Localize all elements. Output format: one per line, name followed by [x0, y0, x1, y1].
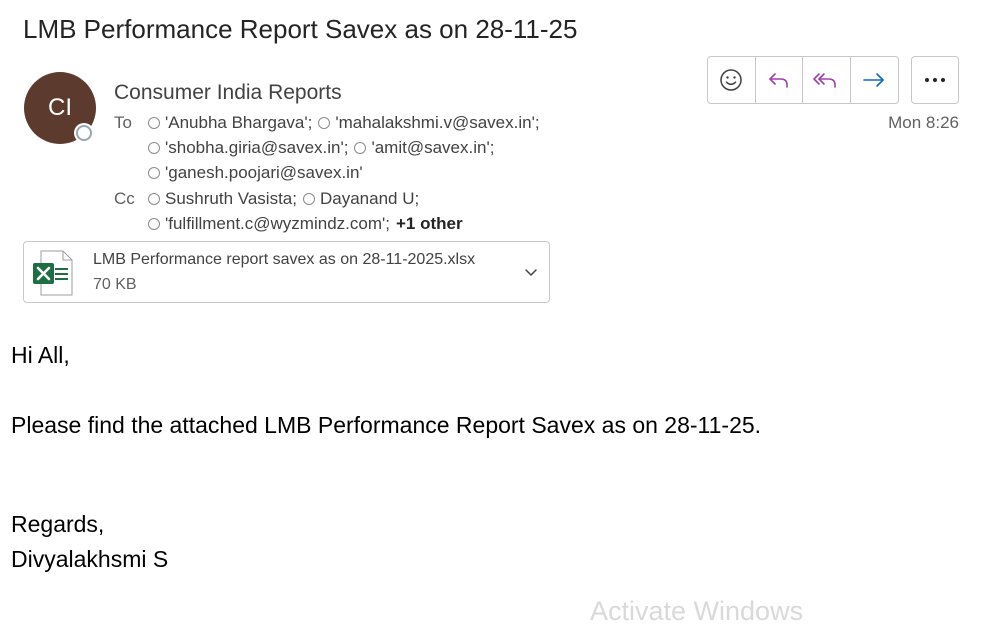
recipient-status-icon	[302, 193, 315, 205]
sender-name[interactable]: Consumer India Reports	[114, 81, 342, 105]
body-signature: Divyalakhsmi S	[11, 546, 169, 572]
activate-windows-watermark: Activate Windows	[590, 596, 804, 626]
cc-recipients-line-1: Sushruth Vasista; Dayanand U;	[148, 189, 419, 209]
recipient-amit[interactable]: 'amit@savex.in';	[371, 138, 494, 158]
emoji-reaction-button[interactable]	[708, 57, 756, 103]
sender-initials: CI	[48, 94, 72, 121]
forward-button[interactable]	[851, 57, 898, 103]
recipient-anubha[interactable]: 'Anubha Bhargava';	[165, 113, 312, 133]
attachment-size: 70 KB	[93, 276, 137, 293]
recipient-sushruth[interactable]: Sushruth Vasista;	[165, 189, 297, 209]
body-paragraph: Please find the attached LMB Performance…	[11, 412, 762, 438]
recipient-shobha[interactable]: 'shobha.giria@savex.in';	[165, 138, 348, 158]
recipient-status-icon	[148, 193, 160, 205]
excel-file-icon	[33, 250, 73, 296]
recipient-dayanand[interactable]: Dayanand U;	[320, 189, 419, 209]
reply-button[interactable]	[756, 57, 803, 103]
reply-icon	[768, 73, 788, 88]
message-subject: LMB Performance Report Savex as on 28-11…	[23, 14, 578, 44]
to-recipients-line-2: 'shobha.giria@savex.in'; 'amit@savex.in'…	[148, 138, 494, 158]
to-label: To	[114, 113, 132, 132]
chevron-down-icon	[525, 269, 537, 276]
recipient-status-icon	[318, 117, 331, 129]
body-greeting: Hi All,	[11, 342, 70, 368]
recipient-status-icon	[148, 218, 160, 230]
cc-recipients-line-2: 'fulfillment.c@wyzmindz.com'; +1 other	[148, 214, 463, 234]
recipient-fulfillment[interactable]: 'fulfillment.c@wyzmindz.com';	[165, 214, 390, 234]
recipient-status-icon	[148, 167, 160, 179]
attachment-options-button[interactable]	[523, 264, 539, 285]
reply-all-button[interactable]	[803, 57, 851, 103]
recipient-mahalakshmi[interactable]: 'mahalakshmi.v@savex.in';	[335, 113, 539, 133]
to-recipients-line-1: 'Anubha Bhargava'; 'mahalakshmi.v@savex.…	[148, 113, 540, 133]
recipient-ganesh[interactable]: 'ganesh.poojari@savex.in'	[165, 163, 363, 183]
presence-status-icon	[76, 125, 92, 141]
recipient-status-icon	[148, 117, 160, 129]
cc-label: Cc	[114, 189, 135, 208]
emoji-icon	[720, 69, 742, 91]
reply-all-icon	[813, 73, 837, 88]
message-action-toolbar	[707, 56, 899, 104]
more-icon	[925, 78, 945, 82]
message-timestamp: Mon 8:26	[888, 113, 959, 132]
attachment-card[interactable]: LMB Performance report savex as on 28-11…	[23, 241, 550, 303]
more-recipients-link[interactable]: +1 other	[396, 214, 463, 234]
forward-icon	[863, 73, 885, 87]
recipient-status-icon	[354, 142, 367, 154]
recipient-status-icon	[148, 142, 160, 154]
attachment-name: LMB Performance report savex as on 28-11…	[93, 251, 476, 268]
to-recipients-line-3: 'ganesh.poojari@savex.in'	[148, 163, 363, 183]
body-closing: Regards,	[11, 511, 105, 537]
more-actions-button[interactable]	[911, 56, 959, 104]
